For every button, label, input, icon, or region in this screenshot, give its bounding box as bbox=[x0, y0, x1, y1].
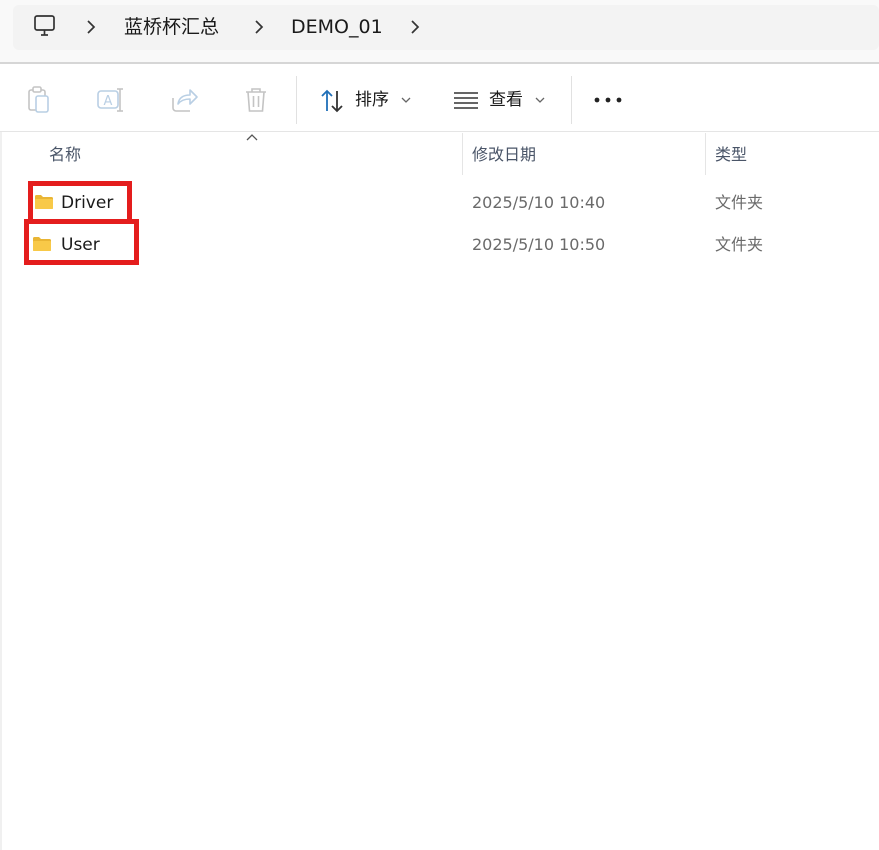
file-name[interactable]: User bbox=[61, 234, 100, 256]
sort-ascending-icon bbox=[246, 134, 258, 141]
file-name[interactable]: Driver bbox=[61, 192, 113, 214]
column-header-name[interactable]: 名称 bbox=[49, 144, 81, 166]
divider bbox=[0, 62, 879, 64]
toolbar-divider bbox=[571, 76, 572, 124]
file-row[interactable]: Driver 2025/5/10 10:40 文件夹 bbox=[0, 181, 879, 224]
view-label: 查看 bbox=[489, 90, 523, 110]
column-header-type[interactable]: 类型 bbox=[715, 144, 747, 166]
monitor-icon[interactable] bbox=[33, 14, 57, 38]
chevron-down-icon bbox=[401, 97, 411, 103]
sort-label: 排序 bbox=[355, 90, 389, 110]
folder-icon bbox=[35, 195, 53, 209]
sort-button[interactable]: 排序 bbox=[312, 80, 422, 120]
chevron-right-icon[interactable] bbox=[406, 16, 426, 38]
folder-icon bbox=[33, 237, 51, 251]
column-header-modified[interactable]: 修改日期 bbox=[472, 144, 536, 166]
clipboard-icon[interactable] bbox=[23, 84, 55, 116]
chevron-down-icon bbox=[535, 97, 545, 103]
svg-text:A: A bbox=[104, 94, 113, 109]
file-modified: 2025/5/10 10:40 bbox=[472, 193, 606, 212]
toolbar-divider bbox=[296, 76, 297, 124]
rename-icon[interactable]: A bbox=[95, 84, 127, 116]
column-divider[interactable] bbox=[705, 133, 706, 175]
share-icon[interactable] bbox=[168, 84, 200, 116]
view-button[interactable]: 查看 bbox=[448, 80, 558, 120]
view-list-icon bbox=[454, 92, 478, 109]
sort-icon bbox=[321, 89, 343, 113]
breadcrumb-item-current[interactable]: DEMO_01 bbox=[291, 15, 383, 39]
file-modified: 2025/5/10 10:50 bbox=[472, 235, 606, 254]
chevron-right-icon[interactable] bbox=[250, 16, 270, 38]
divider bbox=[0, 131, 879, 132]
file-row[interactable]: User 2025/5/10 10:50 文件夹 bbox=[0, 219, 879, 265]
chevron-right-icon[interactable] bbox=[82, 16, 102, 38]
more-dots-icon[interactable] bbox=[592, 92, 624, 108]
breadcrumb-item-folder[interactable]: 蓝桥杯汇总 bbox=[124, 15, 219, 39]
file-type: 文件夹 bbox=[715, 235, 764, 254]
column-divider[interactable] bbox=[462, 133, 463, 175]
trash-icon[interactable] bbox=[240, 84, 272, 116]
file-type: 文件夹 bbox=[715, 193, 764, 212]
